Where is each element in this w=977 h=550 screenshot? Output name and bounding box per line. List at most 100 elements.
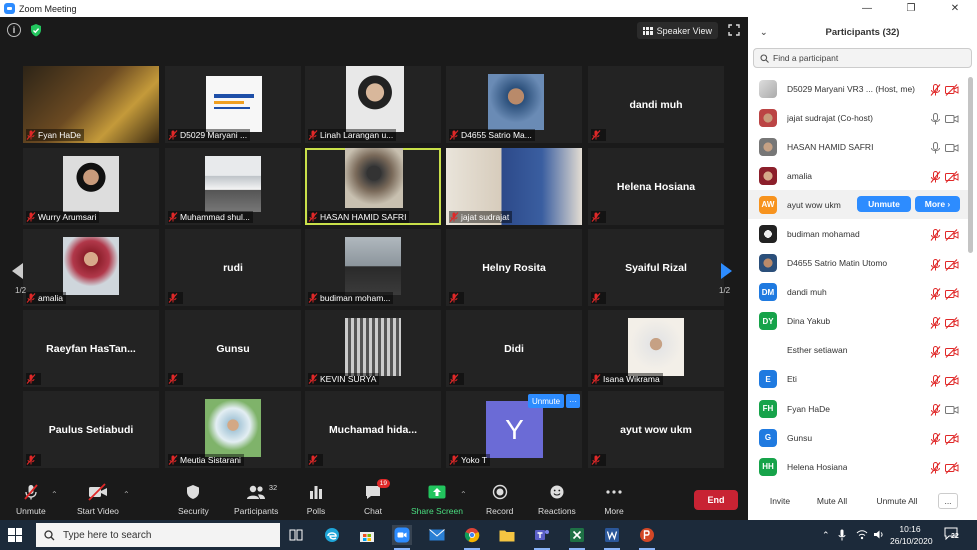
taskbar-search-input[interactable] (63, 529, 263, 541)
video-tile[interactable]: Paulus Setiabudi (23, 391, 159, 468)
end-meeting-button[interactable]: End (694, 490, 738, 510)
video-tile[interactable]: Isana Wikrama (588, 310, 724, 387)
next-page-arrow-icon[interactable] (721, 263, 732, 279)
participants-button[interactable]: 32 Participants (234, 482, 278, 516)
video-tile[interactable]: rudi (165, 229, 301, 306)
video-tile[interactable]: jajat sudrajat (446, 148, 582, 225)
video-tile[interactable]: Wurry Arumsari (23, 148, 159, 225)
excel-icon[interactable] (567, 525, 587, 550)
participant-row[interactable]: G Gunsu (748, 423, 970, 452)
fullscreen-icon[interactable] (728, 24, 740, 36)
video-tile[interactable]: Didi (446, 310, 582, 387)
video-tile[interactable]: Helny Rosita (446, 229, 582, 306)
video-tile[interactable]: budiman moham... (305, 229, 441, 306)
collapse-chevron-icon[interactable]: ⌄ (760, 27, 768, 38)
teams-icon[interactable] (532, 525, 552, 550)
minimize-button[interactable]: — (845, 0, 889, 17)
edge-browser-icon[interactable] (322, 525, 342, 545)
video-tile[interactable]: HASAN HAMID SAFRI (305, 148, 441, 225)
video-tile[interactable]: Linah Larangan u... (305, 66, 441, 143)
powerpoint-icon[interactable] (637, 525, 657, 550)
video-tile[interactable]: Raeyfan HasTan... (23, 310, 159, 387)
share-screen-button[interactable]: Share Screen (411, 482, 463, 516)
chrome-icon[interactable] (462, 525, 482, 550)
prev-page-arrow-icon[interactable] (12, 263, 23, 279)
tile-name-label (168, 292, 183, 304)
video-tile[interactable]: amalia (23, 229, 159, 306)
tile-more-button[interactable]: ··· (566, 394, 580, 408)
participant-row[interactable]: budiman mohamad (748, 219, 970, 248)
task-view-icon[interactable] (286, 525, 306, 545)
tile-participant-name: Helena Hosiana (616, 180, 696, 193)
video-options-caret-icon[interactable]: ⌃ (123, 490, 130, 499)
invite-button[interactable]: Invite (762, 493, 798, 509)
more-button[interactable]: More (603, 482, 625, 516)
video-tile[interactable]: Syaiful Rizal (588, 229, 724, 306)
participant-row[interactable]: DY Dina Yakub (748, 307, 970, 336)
polls-button[interactable]: Polls (305, 482, 327, 516)
store-icon[interactable] (357, 525, 377, 545)
tile-unmute-button[interactable]: Unmute (528, 394, 565, 408)
participant-search-input[interactable] (773, 53, 963, 63)
share-options-caret-icon[interactable]: ⌃ (460, 490, 467, 499)
participant-name: D5029 Maryani VR3 ... (Host, me) (787, 83, 916, 94)
speaker-view-button[interactable]: Speaker View (636, 22, 718, 39)
participant-row[interactable]: amalia (748, 161, 970, 190)
video-tile[interactable]: KEVIN SURYA (305, 310, 441, 387)
video-icon (945, 141, 959, 153)
participant-row[interactable]: DM dandi muh (748, 278, 970, 307)
tray-mic-icon[interactable] (838, 529, 846, 541)
video-tile[interactable]: Fyan HaDe (23, 66, 159, 143)
taskbar-clock[interactable]: 10:16 26/10/2020 (890, 523, 933, 547)
mute-all-button[interactable]: Mute All (808, 493, 856, 509)
participant-row[interactable]: AW ayut wow ukm Unmute More › (748, 190, 970, 220)
network-icon[interactable] (856, 529, 868, 540)
mail-icon[interactable] (427, 525, 447, 545)
panel-more-button[interactable]: ... (938, 493, 958, 509)
zoom-app-icon[interactable] (392, 525, 412, 550)
volume-icon[interactable] (873, 529, 885, 540)
tile-label-text: budiman moham... (320, 293, 391, 303)
video-tile[interactable]: D4655 Satrio Ma... (446, 66, 582, 143)
participant-row[interactable]: D4655 Satrio Matin Utomo (748, 249, 970, 278)
audio-options-caret-icon[interactable]: ⌃ (51, 490, 58, 499)
video-tile[interactable]: Helena Hosiana (588, 148, 724, 225)
tile-name-label (26, 454, 41, 466)
unmute-button[interactable]: Unmute (16, 482, 46, 516)
start-video-button[interactable]: Start Video (77, 482, 119, 516)
video-tile[interactable]: Meutia Sistarani (165, 391, 301, 468)
participant-row[interactable]: FH Fyan HaDe (748, 394, 970, 423)
polls-icon (305, 482, 327, 502)
participant-unmute-button[interactable]: Unmute (857, 196, 911, 213)
info-icon[interactable]: i (7, 23, 21, 37)
participant-row[interactable]: HASAN HAMID SAFRI (748, 132, 970, 161)
windows-start-icon[interactable] (8, 528, 22, 542)
participant-search[interactable] (753, 48, 972, 68)
video-tile[interactable]: D5029 Maryani ... (165, 66, 301, 143)
taskbar-search[interactable] (36, 523, 280, 547)
file-explorer-icon[interactable] (497, 525, 517, 545)
participant-row[interactable]: Esther setiawan (748, 336, 970, 365)
word-icon[interactable] (602, 525, 622, 550)
participant-row[interactable]: E Eti (748, 365, 970, 394)
participant-row[interactable]: D5029 Maryani VR3 ... (Host, me) (748, 74, 970, 103)
shield-icon[interactable] (29, 23, 43, 37)
close-button[interactable]: ✕ (933, 0, 977, 17)
video-tile[interactable]: dandi muh (588, 66, 724, 143)
participant-more-button[interactable]: More › (915, 196, 960, 213)
notifications-icon[interactable]: 22 (944, 527, 960, 542)
video-tile[interactable]: ayut wow ukm (588, 391, 724, 468)
video-tile[interactable]: Muchamad hida... (305, 391, 441, 468)
video-tile[interactable]: Gunsu (165, 310, 301, 387)
restore-button[interactable]: ❐ (889, 0, 933, 17)
security-button[interactable]: Security (178, 482, 209, 516)
video-tile[interactable]: Muhammad shul... (165, 148, 301, 225)
reactions-button[interactable]: Reactions (538, 482, 576, 516)
unmute-all-button[interactable]: Unmute All (868, 493, 926, 509)
participant-row[interactable]: HH Helena Hosiana (748, 452, 970, 481)
participant-row[interactable]: jajat sudrajat (Co-host) (748, 103, 970, 132)
tray-chevron-icon[interactable]: ⌃ (822, 530, 830, 541)
chat-button[interactable]: 19 Chat (362, 479, 390, 516)
record-button[interactable]: Record (486, 482, 513, 516)
participant-list-scrollbar[interactable] (968, 77, 973, 253)
